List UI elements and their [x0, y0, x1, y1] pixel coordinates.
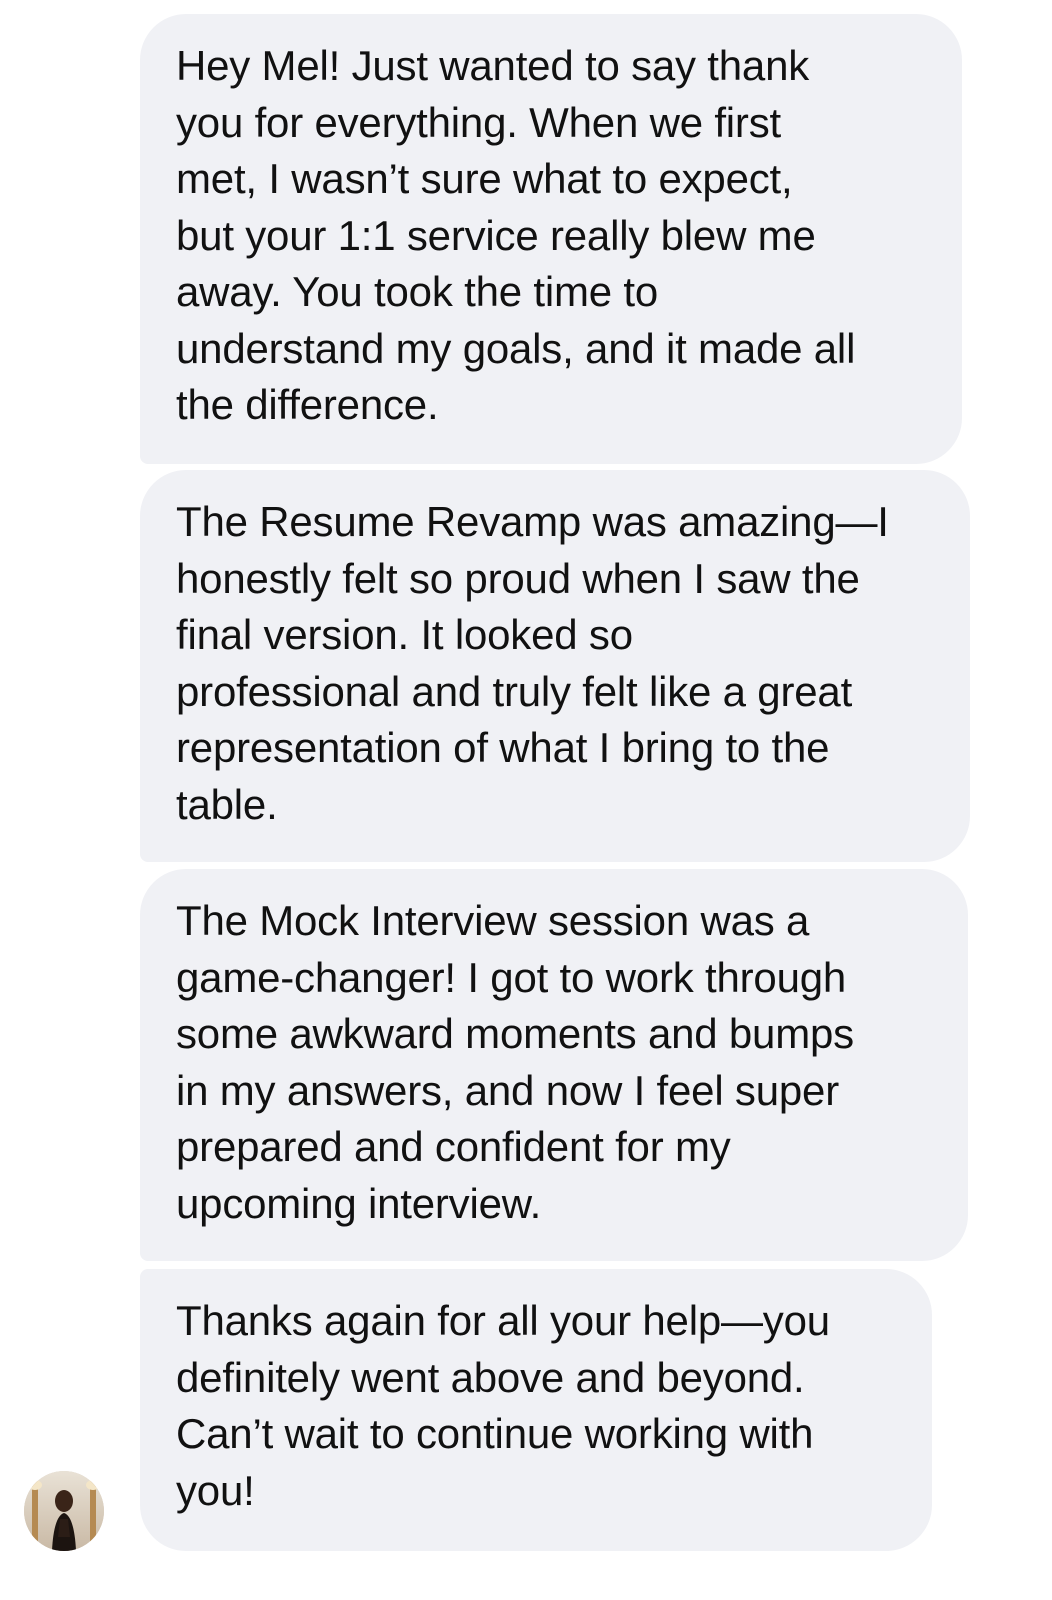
message-thread: Hey Mel! Just wanted to say thank you fo… — [0, 0, 1052, 1600]
message-bubble-1[interactable]: Hey Mel! Just wanted to say thank you fo… — [140, 14, 962, 464]
message-bubble-2[interactable]: The Resume Revamp was amazing—I honestly… — [140, 470, 970, 862]
profile-photo-icon — [24, 1471, 104, 1551]
sender-avatar[interactable] — [24, 1471, 104, 1551]
message-bubble-4[interactable]: Thanks again for all your help—you defin… — [140, 1269, 932, 1551]
message-bubble-3[interactable]: The Mock Interview session was a game-ch… — [140, 869, 968, 1261]
